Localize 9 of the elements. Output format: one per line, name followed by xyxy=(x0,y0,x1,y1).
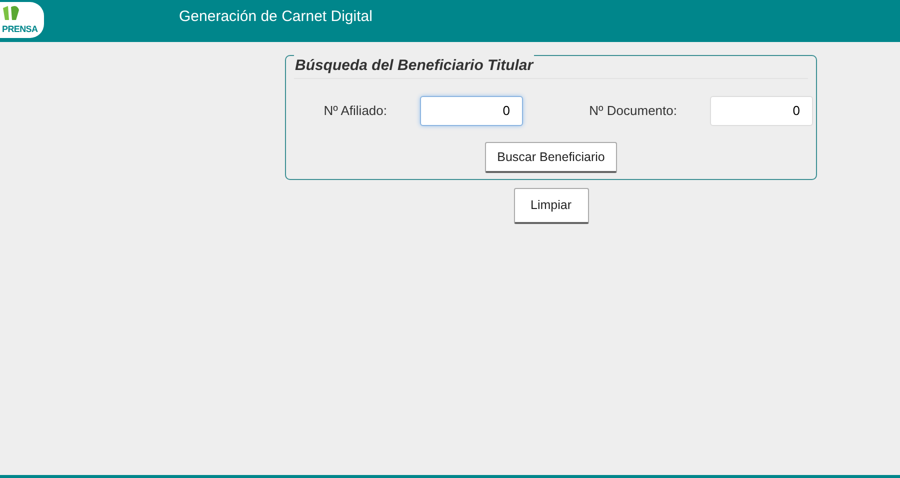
field-label: Nº Afiliado: xyxy=(322,102,388,120)
input-field[interactable]: 0 xyxy=(710,96,813,126)
search-button[interactable]: Buscar Beneficiario xyxy=(485,142,617,174)
logo-mark-icon xyxy=(3,4,21,22)
clear-button[interactable]: Limpiar xyxy=(514,188,588,224)
input-field[interactable]: 0 xyxy=(420,96,523,126)
field-label: Nº Documento: xyxy=(588,102,678,120)
logo-text: PRENSA xyxy=(2,25,38,34)
page-title: Generación de Carnet Digital xyxy=(179,7,372,27)
